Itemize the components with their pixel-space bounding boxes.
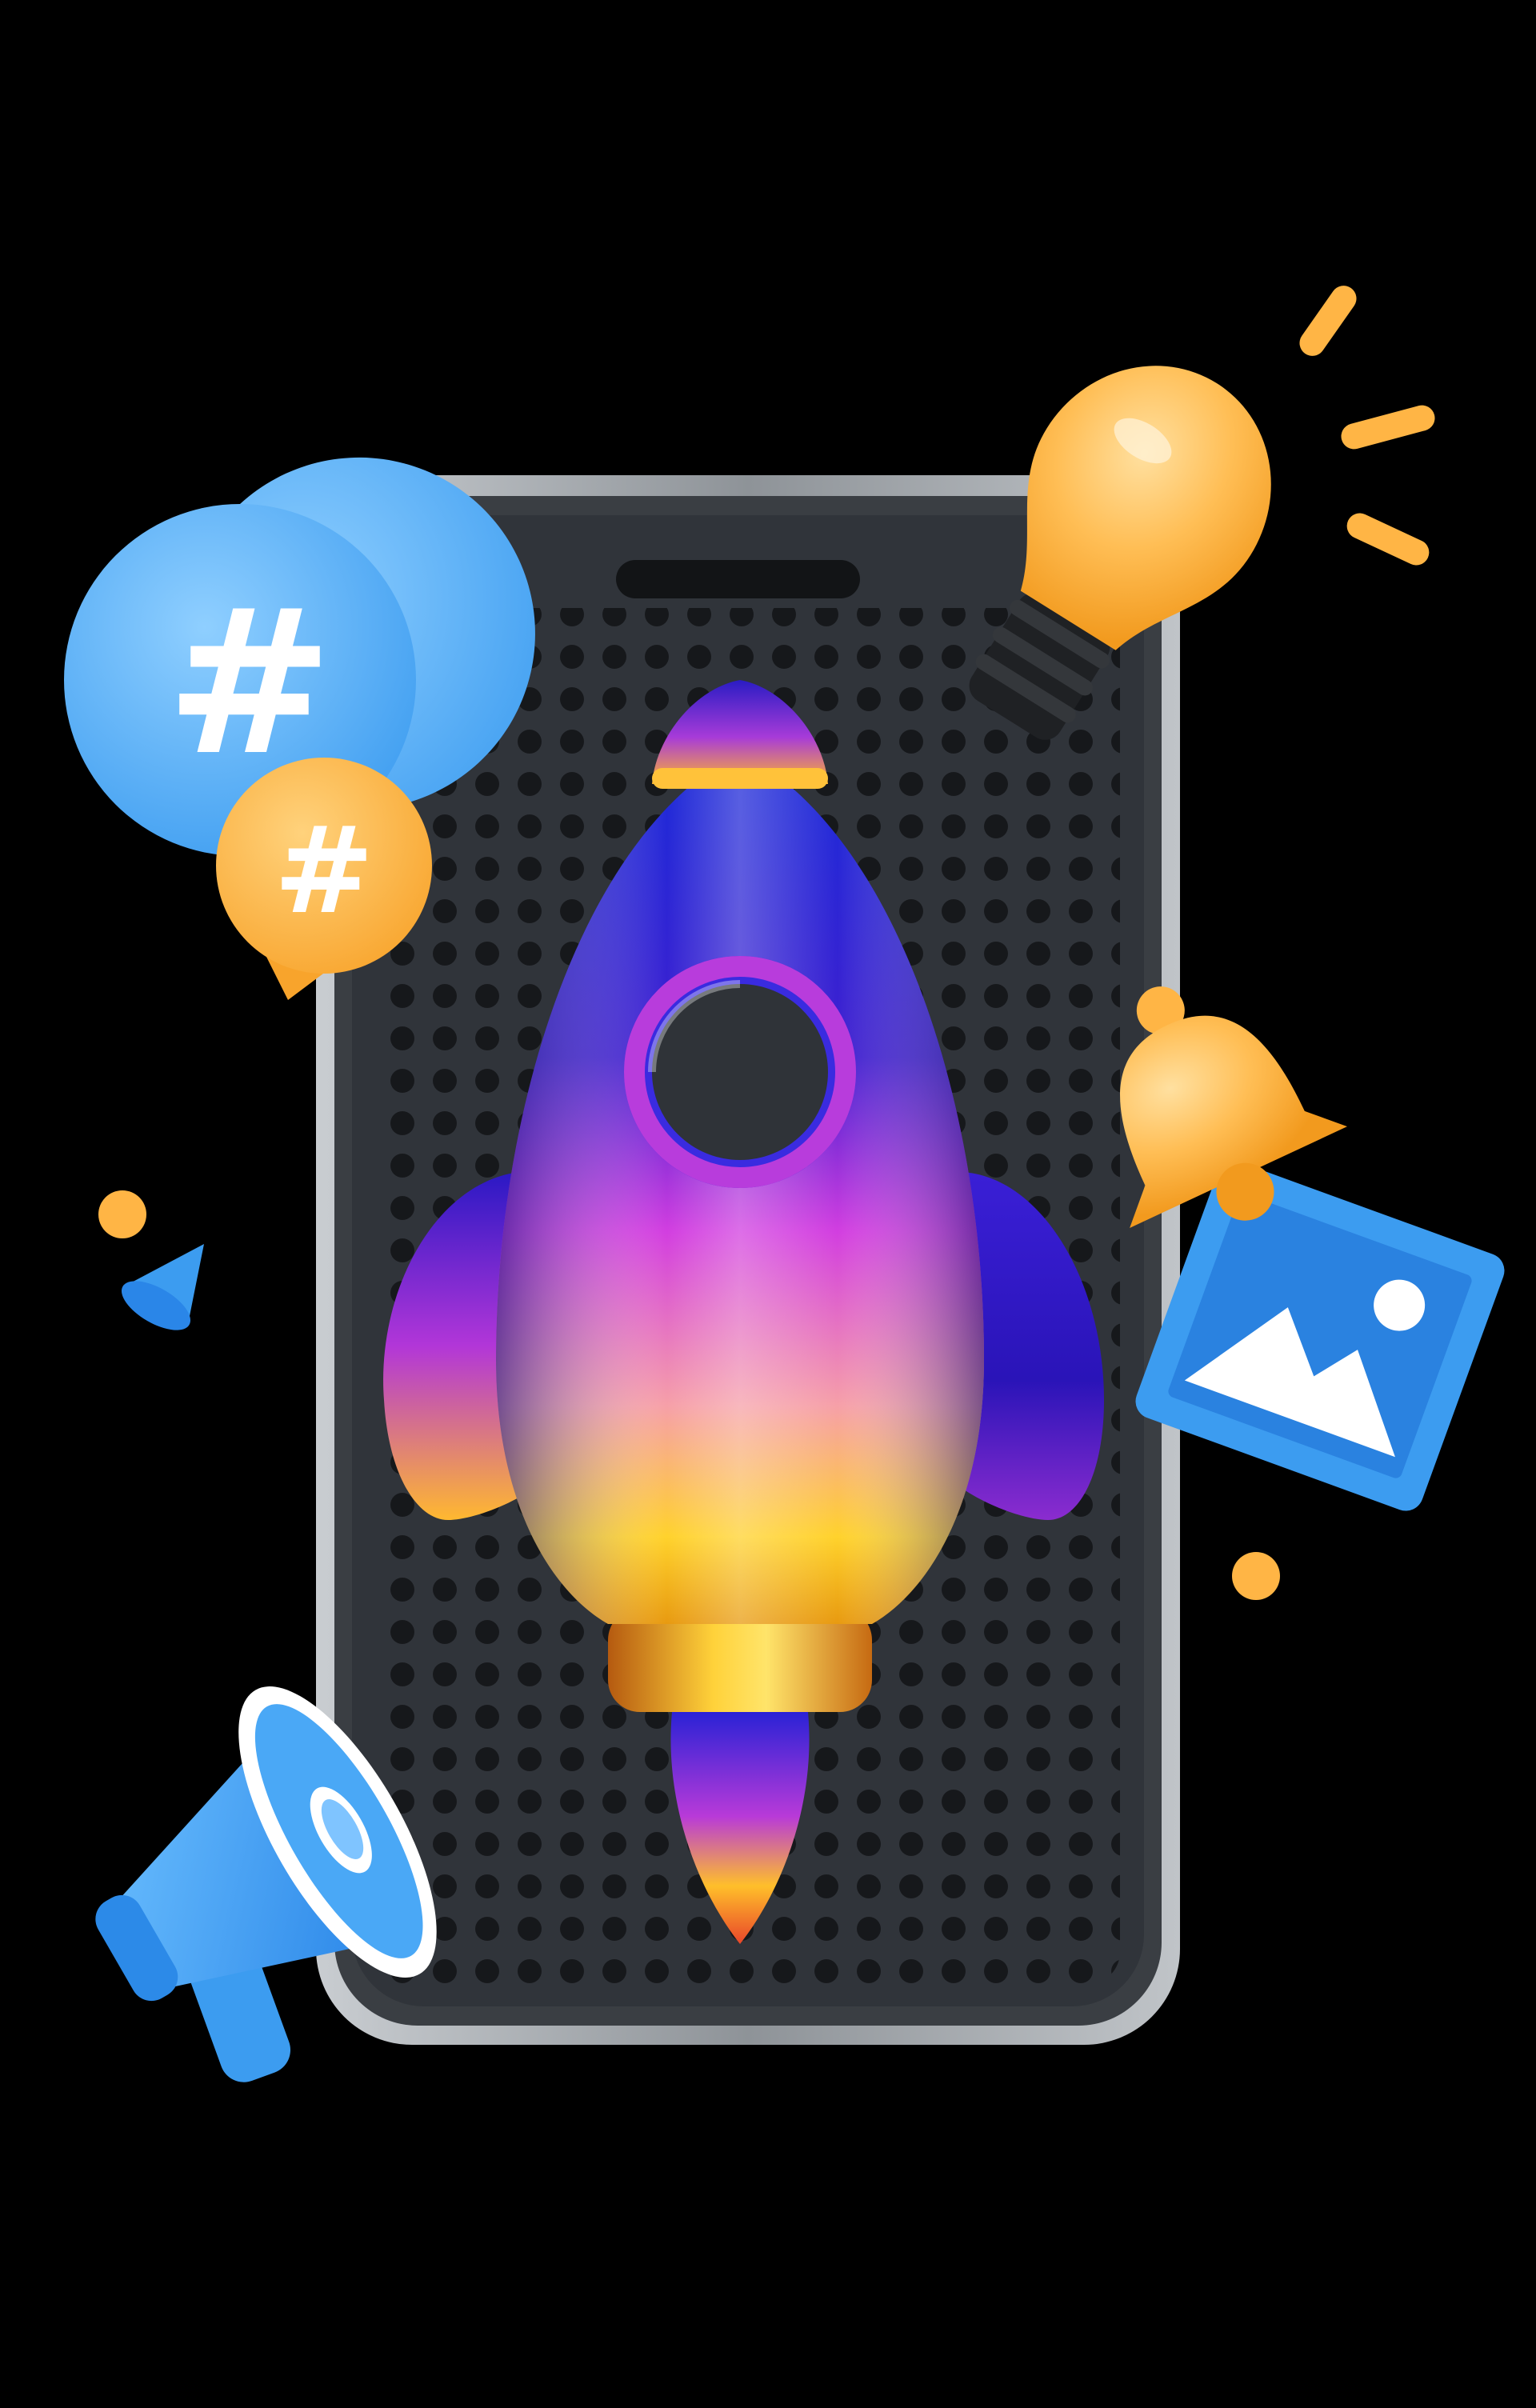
scene: # # [0,0,1536,2405]
image-card [1135,1161,1505,1511]
phone-speaker-notch [616,560,860,598]
decorative-dot-orange-left [98,1190,146,1238]
illustration: # # [64,286,1505,2082]
decorative-cone-blue [122,1244,204,1330]
hashtag-icon: # [274,802,374,941]
decorative-dot-orange-right [1232,1552,1280,1600]
